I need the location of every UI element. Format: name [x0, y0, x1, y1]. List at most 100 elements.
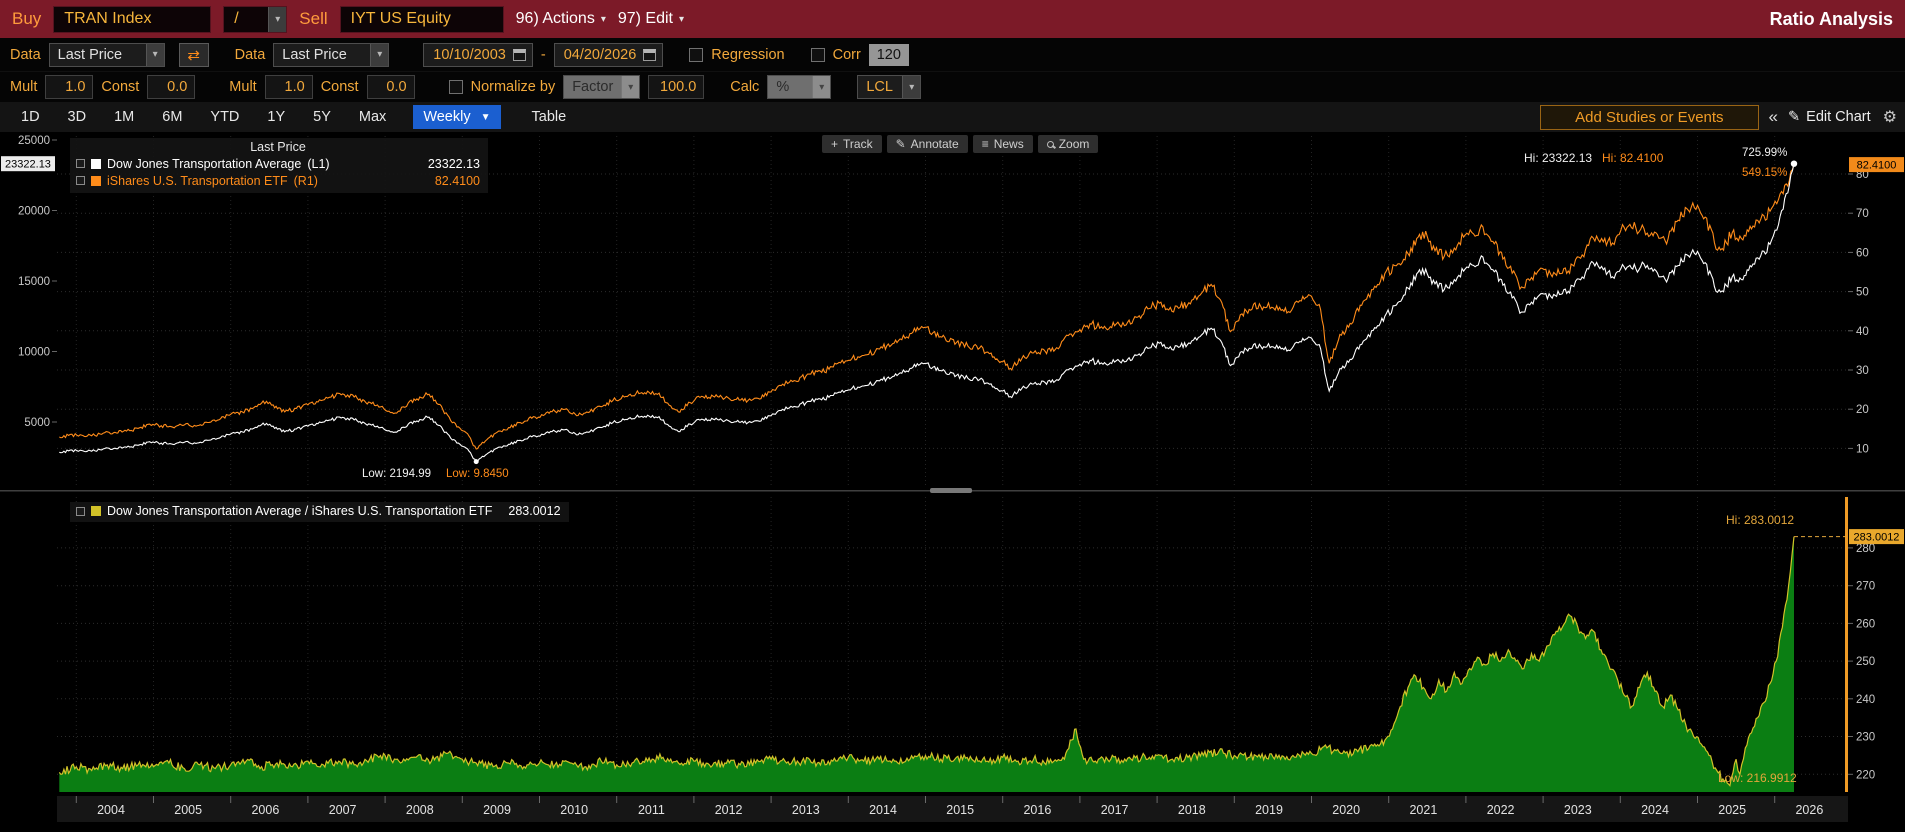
svg-text:220: 220	[1856, 769, 1875, 781]
chevron-down-icon: ▼	[480, 111, 491, 123]
buy-label: Buy	[12, 9, 42, 28]
sell-ticker-input[interactable]: IYT US Equity	[339, 5, 504, 33]
gear-icon[interactable]: ⚙	[1883, 107, 1897, 127]
collapse-icon[interactable]: «	[1769, 107, 1778, 127]
series-value: 283.0012	[508, 504, 561, 518]
svg-text:230: 230	[1856, 732, 1875, 744]
date-from-input[interactable]: 10/10/2003	[423, 42, 533, 67]
x-tick-label: 2018	[1178, 803, 1206, 817]
tab-1d[interactable]: 1D	[8, 105, 53, 129]
normalize-mode-select[interactable]: Factor ▾	[563, 75, 641, 99]
corr-checkbox[interactable]	[810, 47, 825, 62]
x-tick-label: 2014	[869, 803, 897, 817]
x-tick-label: 2006	[251, 803, 279, 817]
svg-text:Low: 216.9912: Low: 216.9912	[1718, 771, 1797, 785]
chart-tools: + Track ✎ Annotate ≡ News Zoom	[822, 135, 1099, 153]
chevron-down-icon: ▾	[268, 6, 287, 32]
page-title: Ratio Analysis	[1769, 8, 1893, 29]
x-tick-label: 2015	[946, 803, 974, 817]
regression-label: Regression	[711, 46, 785, 63]
x-tick-label: 2010	[560, 803, 588, 817]
regression-checkbox[interactable]	[689, 47, 704, 62]
ratio-swatch	[91, 506, 101, 516]
calendar-icon	[643, 48, 657, 61]
svg-text:725.99%: 725.99%	[1742, 147, 1787, 159]
news-button[interactable]: ≡ News	[972, 135, 1033, 153]
pair-operator-select[interactable]: / ▾	[223, 5, 288, 33]
x-tick-label: 2021	[1409, 803, 1437, 817]
series-label: Dow Jones Transportation Average / iShar…	[107, 504, 493, 518]
svg-text:40: 40	[1856, 326, 1869, 338]
svg-text:Hi: 283.0012: Hi: 283.0012	[1726, 513, 1794, 527]
x-tick-label: 2022	[1487, 803, 1515, 817]
chevron-down-icon: ▾	[600, 13, 606, 25]
panel-edge-grabber[interactable]	[1845, 497, 1848, 792]
period-select[interactable]: Weekly ▼	[413, 105, 501, 129]
mult2-input[interactable]: 1.0	[264, 75, 313, 99]
x-tick-label: 2019	[1255, 803, 1283, 817]
x-tick-label: 2016	[1023, 803, 1051, 817]
svg-text:60: 60	[1856, 247, 1869, 259]
series-toggle-checkbox[interactable]	[76, 176, 85, 185]
series-value: 82.4100	[434, 173, 480, 188]
normalize-factor-input[interactable]: 100.0	[648, 75, 705, 99]
calendar-icon	[512, 48, 526, 61]
chevron-down-icon: ▾	[370, 43, 389, 66]
edit-chart-button[interactable]: ✎ Edit Chart	[1788, 109, 1871, 125]
chevron-down-icon: ▾	[678, 13, 685, 25]
const1-input[interactable]: 0.0	[147, 75, 196, 99]
iyt-line	[59, 164, 1795, 450]
normalize-checkbox[interactable]	[448, 80, 463, 94]
chart-annotations: Hi: 23322.13 Hi: 82.4100 725.99% 549.15% Low…	[362, 147, 1850, 785]
tab-ytd[interactable]: YTD	[197, 105, 252, 129]
zoom-button[interactable]: Zoom	[1037, 135, 1099, 153]
buy-ticker-input[interactable]: TRAN Index	[53, 5, 212, 33]
svg-text:20000: 20000	[18, 206, 50, 218]
mult2-label: Mult	[229, 79, 257, 95]
annotate-button[interactable]: ✎ Annotate	[886, 135, 968, 153]
axis-last-value: 82.4100	[1857, 160, 1897, 172]
track-button[interactable]: + Track	[822, 135, 882, 153]
svg-text:240: 240	[1856, 694, 1875, 706]
pencil-icon: ✎	[895, 137, 906, 151]
currency-select[interactable]: LCL ▾	[857, 75, 922, 99]
x-tick-label: 2011	[638, 803, 665, 817]
chart-toolbar-row: 1D 3D 1M 6M YTD 1Y 5Y Max Weekly ▼ Table…	[0, 102, 1905, 132]
edit-menu[interactable]: 97) Edit ▾	[618, 10, 684, 28]
data1-field-select[interactable]: Last Price ▾	[48, 42, 165, 67]
tab-3d[interactable]: 3D	[55, 105, 100, 129]
chart-canvas[interactable]: 2500020000150001000050008070605040302010…	[0, 132, 1905, 832]
svg-text:15000: 15000	[18, 276, 50, 288]
mult1-input[interactable]: 1.0	[45, 75, 94, 99]
series-axis: (R1)	[293, 173, 318, 188]
corr-window-input[interactable]: 120	[868, 43, 909, 66]
tab-6m[interactable]: 6M	[149, 105, 195, 129]
normalize-label: Normalize by	[470, 79, 556, 95]
sell-label: Sell	[299, 9, 328, 28]
svg-text:270: 270	[1856, 581, 1875, 593]
series-toggle-checkbox[interactable]	[76, 159, 85, 168]
calc-mode-select[interactable]: % ▾	[767, 75, 832, 99]
series-toggle-checkbox[interactable]	[76, 506, 85, 516]
tab-1y[interactable]: 1Y	[254, 105, 298, 129]
const2-input[interactable]: 0.0	[366, 75, 415, 99]
swap-securities-button[interactable]: ⇄	[178, 42, 209, 67]
tab-1m[interactable]: 1M	[101, 105, 147, 129]
svg-text:20: 20	[1856, 404, 1869, 416]
svg-text:10: 10	[1856, 443, 1869, 455]
svg-text:5000: 5000	[24, 417, 50, 429]
legend-row-djt: Dow Jones Transportation Average (L1) 23…	[76, 155, 480, 172]
tab-max[interactable]: Max	[346, 105, 399, 129]
panel-divider-handle[interactable]	[930, 488, 972, 493]
add-studies-input[interactable]: Add Studies or Events	[1540, 104, 1759, 130]
corr-label: Corr	[832, 46, 861, 63]
svg-text:250: 250	[1856, 656, 1875, 668]
data2-field-select[interactable]: Last Price ▾	[273, 42, 390, 67]
svg-text:Low: 9.8450: Low: 9.8450	[446, 468, 509, 480]
tab-table[interactable]: Table	[519, 105, 580, 129]
actions-menu[interactable]: 96) Actions ▾	[516, 10, 606, 28]
const2-label: Const	[320, 79, 359, 95]
svg-text:10000: 10000	[18, 347, 50, 359]
date-to-input[interactable]: 04/20/2026	[553, 42, 664, 67]
tab-5y[interactable]: 5Y	[300, 105, 344, 129]
